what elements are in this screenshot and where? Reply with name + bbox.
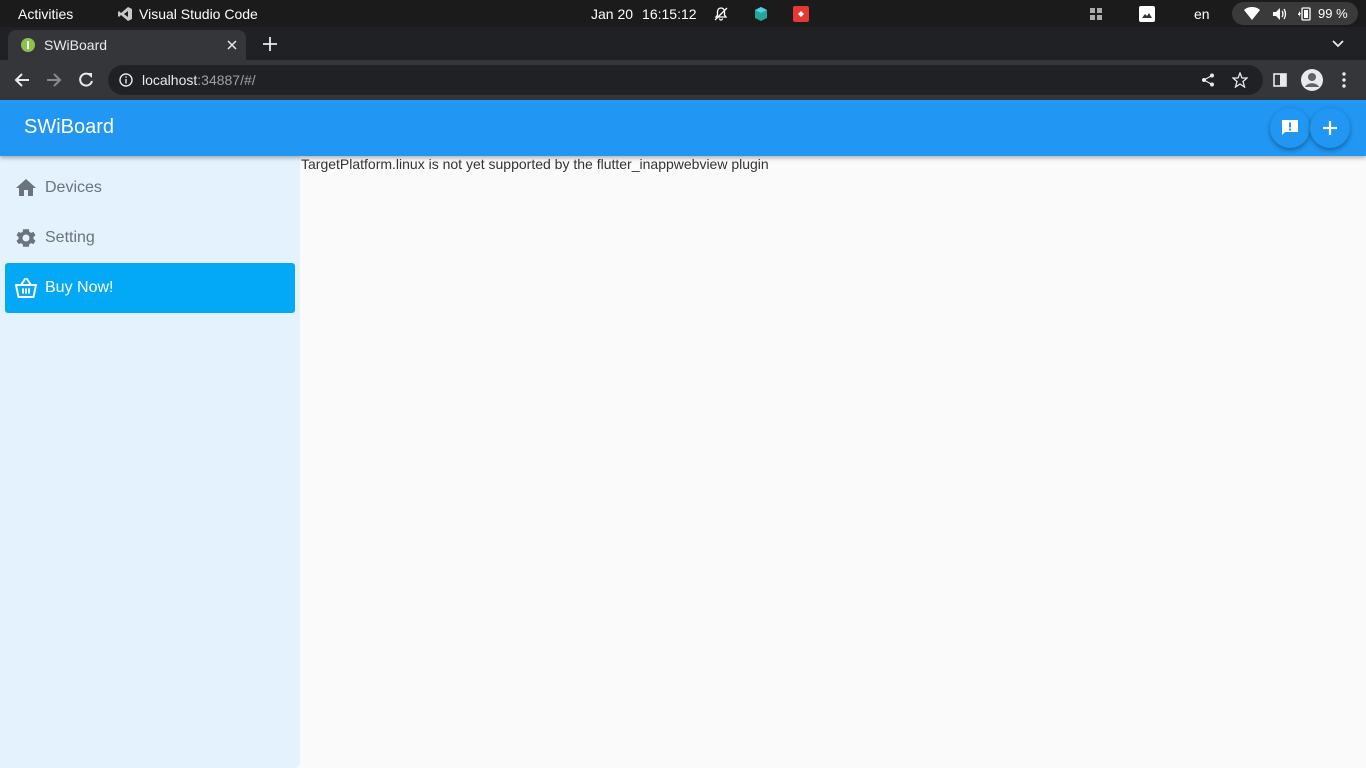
sidebar-item-setting[interactable]: Setting: [5, 213, 295, 263]
url-host: localhost: [142, 72, 198, 88]
notifications-muted-icon[interactable]: [714, 0, 728, 27]
close-tab-icon[interactable]: [227, 40, 237, 50]
basket-icon: [15, 278, 37, 298]
browser-tab-strip: SWiBoard: [0, 27, 1366, 60]
sidebar-item-devices[interactable]: Devices: [5, 163, 295, 213]
activities-label: Activities: [18, 5, 74, 22]
activities-button[interactable]: Activities: [18, 0, 73, 27]
bookmark-star-icon[interactable]: [1232, 72, 1248, 88]
browser-menu-icon[interactable]: [1342, 72, 1346, 88]
sidebar: Devices Setting Buy Now!: [0, 156, 300, 768]
app-title: SWiBoard: [24, 116, 115, 138]
input-language[interactable]: en: [1194, 0, 1210, 27]
address-bar[interactable]: localhost:34887/#/: [108, 65, 1263, 95]
unsupported-platform-message: TargetPlatform.linux is not yet supporte…: [301, 156, 769, 172]
clock-time: 16:15:12: [642, 5, 697, 22]
clock[interactable]: Jan 20 16:15:12: [591, 0, 697, 27]
system-status-menu[interactable]: 99 %: [1232, 2, 1358, 25]
active-app-label: Visual Studio Code: [139, 5, 258, 22]
new-tab-icon[interactable]: [263, 37, 277, 51]
feedback-button[interactable]: [1270, 108, 1310, 148]
vscode-icon: [118, 6, 132, 21]
wifi-icon: [1244, 6, 1260, 20]
sidebar-item-label: Devices: [45, 179, 102, 196]
favicon-icon: [21, 38, 35, 52]
sidebar-item-buy-now[interactable]: Buy Now!: [5, 263, 295, 313]
anydesk-tray-icon[interactable]: [793, 0, 809, 27]
system-top-bar: Activities Visual Studio Code Jan 20 16:…: [0, 0, 1366, 27]
gear-icon: [16, 229, 36, 247]
plus-icon: [1323, 121, 1337, 135]
url-path: :34887/#/: [197, 72, 256, 88]
active-app-menu[interactable]: Visual Studio Code: [117, 0, 258, 27]
profile-avatar-icon[interactable]: [1301, 69, 1323, 91]
tab-title: SWiBoard: [44, 37, 108, 53]
image-viewer-tray-icon[interactable]: [1139, 0, 1155, 27]
feedback-icon: [1282, 120, 1298, 135]
battery-percentage: 99 %: [1318, 6, 1348, 21]
sidebar-item-label: Buy Now!: [45, 279, 114, 296]
battery-icon: [1298, 6, 1311, 21]
site-info-icon[interactable]: [119, 73, 133, 87]
share-icon[interactable]: [1201, 73, 1215, 87]
back-icon[interactable]: [14, 72, 30, 88]
side-panel-icon[interactable]: [1273, 73, 1287, 87]
home-icon: [16, 179, 36, 196]
add-button[interactable]: [1310, 108, 1350, 148]
browser-toolbar: localhost:34887/#/: [0, 60, 1366, 100]
language-label: en: [1194, 5, 1210, 22]
cube-tray-icon[interactable]: [753, 0, 769, 27]
workspace-indicator-icon[interactable]: [1089, 0, 1103, 27]
sidebar-item-label: Setting: [45, 229, 95, 246]
tab-search-chevron-icon[interactable]: [1332, 40, 1344, 48]
clock-date: Jan 20: [591, 5, 634, 22]
reload-icon[interactable]: [78, 72, 94, 88]
volume-icon: [1273, 7, 1287, 20]
main-content: TargetPlatform.linux is not yet supporte…: [300, 156, 1366, 768]
forward-icon[interactable]: [46, 72, 62, 88]
browser-tab[interactable]: SWiBoard: [8, 30, 246, 60]
app-bar: SWiBoard: [0, 100, 1366, 156]
